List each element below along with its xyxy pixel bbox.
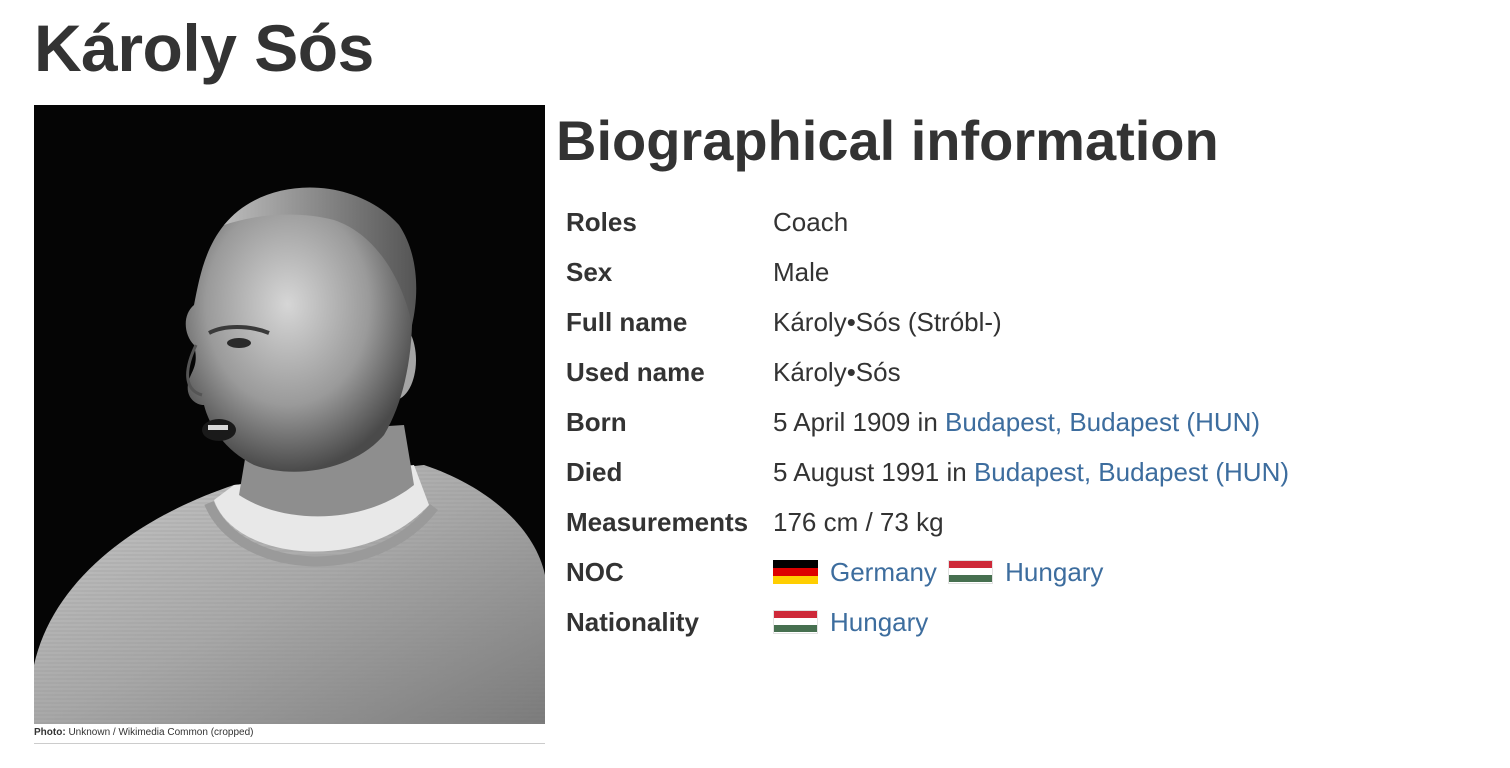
nationality-value: Hungary (773, 597, 1289, 647)
used-name-value: Károly•Sós (773, 356, 901, 387)
born-value: 5 April 1909 in Budapest, Budapest (HUN) (773, 397, 1289, 447)
nationality-hungary-link[interactable]: Hungary (830, 607, 928, 637)
died-date: 5 August 1991 in (773, 456, 974, 487)
athlete-photo (34, 105, 545, 724)
photo-credit: Photo: Unknown / Wikimedia Common (cropp… (34, 724, 545, 744)
noc-value: Germany Hungary (773, 547, 1289, 597)
biographical-information-heading: Biographical information (556, 109, 1219, 172)
germany-flag-icon (773, 559, 818, 584)
died-label: Died (566, 456, 623, 487)
used-name-label: Used name (566, 356, 705, 387)
sex-value: Male (773, 256, 830, 287)
row-full-name: Full name Károly•Sós (Stróbl-) (562, 297, 1289, 347)
died-value: 5 August 1991 in Budapest, Budapest (HUN… (773, 447, 1289, 497)
row-used-name: Used name Károly•Sós (562, 347, 1289, 397)
full-name-value: Károly•Sós (Stróbl-) (773, 306, 1002, 337)
died-place-link[interactable]: Budapest, Budapest (HUN) (974, 457, 1289, 487)
noc-germany-link[interactable]: Germany (830, 557, 937, 587)
biographical-info-table: Roles Coach Sex Male Full name Károly•Só… (562, 197, 1289, 647)
nationality-label: Nationality (566, 606, 699, 637)
page-title: Károly Sós (34, 11, 374, 85)
row-roles: Roles Coach (562, 197, 1289, 247)
row-died: Died 5 August 1991 in Budapest, Budapest… (562, 447, 1289, 497)
born-place-link[interactable]: Budapest, Budapest (HUN) (945, 407, 1260, 437)
sex-label: Sex (566, 256, 613, 287)
noc-hungary-link[interactable]: Hungary (1005, 557, 1103, 587)
born-label: Born (566, 406, 627, 437)
row-born: Born 5 April 1909 in Budapest, Budapest … (562, 397, 1289, 447)
row-measurements: Measurements 176 cm / 73 kg (562, 497, 1289, 547)
hungary-flag-icon (773, 609, 818, 634)
roles-label: Roles (566, 206, 637, 237)
measurements-label: Measurements (566, 506, 749, 537)
full-name-label: Full name (566, 306, 688, 337)
noc-label: NOC (566, 556, 624, 587)
born-date: 5 April 1909 in (773, 406, 946, 437)
hungary-flag-icon (948, 559, 994, 584)
row-nationality: Nationality Hungary (562, 597, 1289, 647)
photo-credit-label: Photo: (34, 727, 66, 738)
roles-value: Coach (773, 206, 849, 237)
photo-credit-text: Unknown / Wikimedia Common (cropped) (68, 727, 254, 738)
row-noc: NOC Germany Hungary (562, 547, 1289, 597)
athlete-photo-block: Photo: Unknown / Wikimedia Common (cropp… (34, 105, 545, 744)
measurements-value: 176 cm / 73 kg (773, 506, 944, 537)
row-sex: Sex Male (562, 247, 1289, 297)
